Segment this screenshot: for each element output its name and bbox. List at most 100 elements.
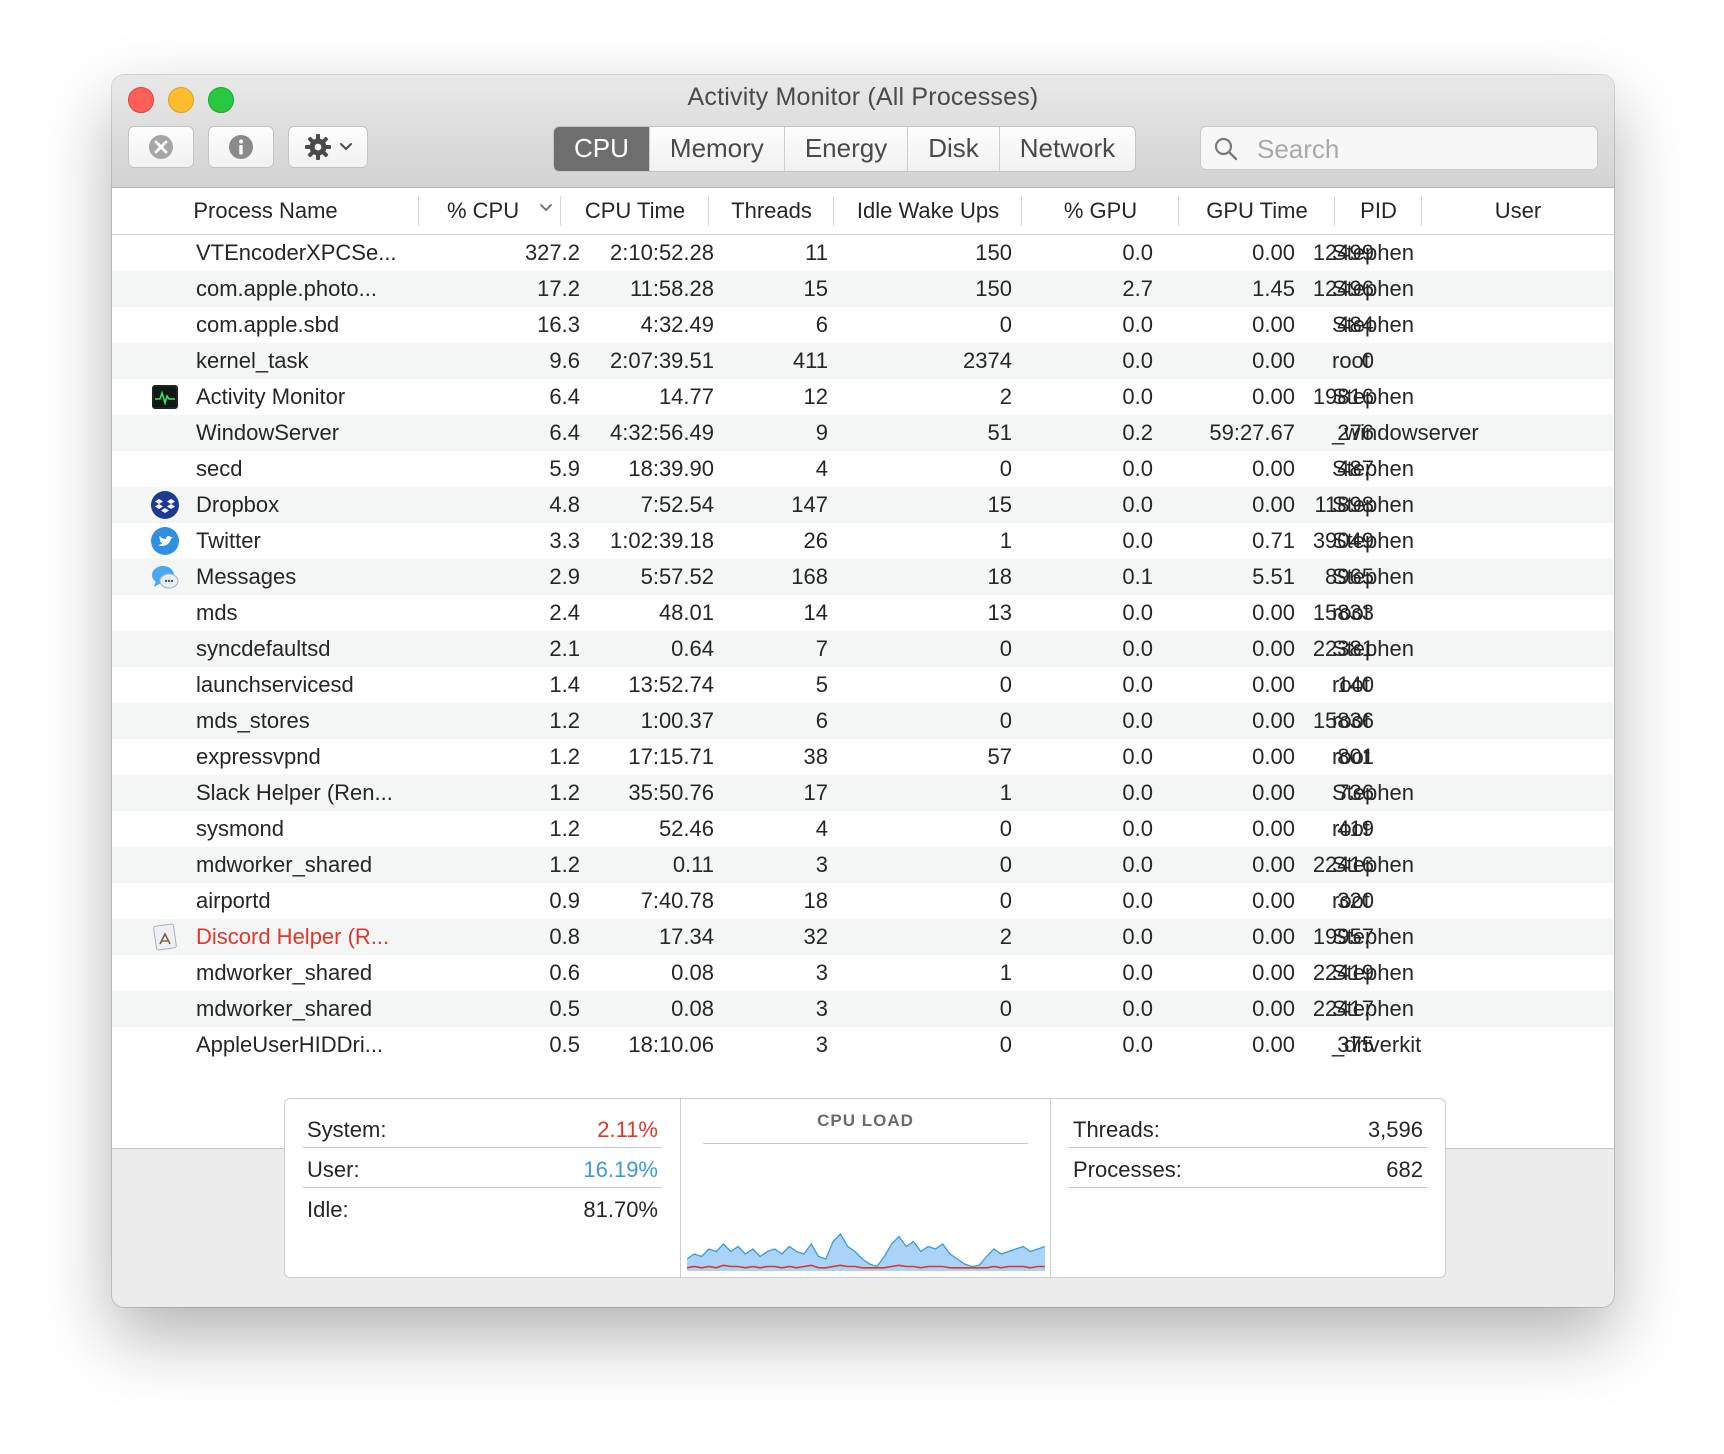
- column-header-user[interactable]: User: [1422, 188, 1614, 234]
- cell-cpu-time: 2:10:52.28: [610, 240, 714, 265]
- table-row[interactable]: syncdefaultsd 2.1 0.64 7 0 0.0 0.00 22381 Stephe…: [112, 631, 1614, 667]
- cell-threads: 168: [791, 564, 828, 589]
- tab-energy[interactable]: Energy: [783, 127, 907, 171]
- cell-gpu: 0.2: [1122, 420, 1153, 445]
- cell-threads: 26: [803, 528, 828, 553]
- cell-cpu: 9.6: [549, 348, 580, 373]
- info-icon: [229, 135, 253, 159]
- processes-value: 682: [1386, 1157, 1423, 1182]
- column-header-gpu[interactable]: % GPU: [1022, 188, 1179, 234]
- process-name: com.apple.sbd: [196, 312, 340, 337]
- column-header-threads[interactable]: Threads: [709, 188, 834, 234]
- cell-cpu: 1.4: [549, 672, 580, 697]
- cell-cpu: 4.8: [549, 492, 580, 517]
- table-row[interactable]: Discord Helper (R... 0.8 17.34 32 2 0.0 0.00 19…: [112, 919, 1614, 955]
- cell-threads: 9: [815, 420, 828, 445]
- table-row[interactable]: mdworker_shared 0.6 0.08 3 1 0.0 0.00 22419 Step…: [112, 955, 1614, 991]
- cell-threads: 3: [815, 996, 828, 1021]
- cell-cpu-time: 17:15.71: [628, 744, 714, 769]
- cell-gpu: 0.0: [1122, 348, 1153, 373]
- table-row[interactable]: expressvpnd 1.2 17:15.71 38 57 0.0 0.00 801 root: [112, 739, 1614, 775]
- cell-cpu: 6.4: [549, 384, 580, 409]
- cell-gpu: 0.0: [1122, 888, 1153, 913]
- cell-gpu: 0.0: [1122, 852, 1153, 877]
- cell-user: Stephen: [1332, 636, 1414, 661]
- process-name: Twitter: [196, 528, 261, 553]
- cell-user: Stephen: [1332, 456, 1414, 481]
- table-row[interactable]: AppleUserHIDDri... 0.5 18:10.06 3 0 0.0 0.00 37…: [112, 1027, 1614, 1063]
- cell-threads: 12: [803, 384, 828, 409]
- table-row[interactable]: airportd 0.9 7:40.78 18 0 0.0 0.00 320 root: [112, 883, 1614, 919]
- tab-network[interactable]: Network: [998, 127, 1135, 171]
- process-name: secd: [196, 456, 243, 481]
- cell-gpu-time: 0.71: [1252, 528, 1295, 553]
- search-input[interactable]: [1255, 133, 1589, 165]
- cell-cpu-time: 5:57.52: [640, 564, 714, 589]
- cell-threads: 17: [803, 780, 828, 805]
- table-row[interactable]: com.apple.sbd 16.3 4:32.49 6 0 0.0 0.00 484 Step…: [112, 307, 1614, 343]
- table-row[interactable]: Dropbox 4.8 7:52.54 147 15 0.0 0.00 11898 Stephe…: [112, 487, 1614, 523]
- cell-gpu: 0.0: [1122, 780, 1153, 805]
- column-header-process-name[interactable]: Process Name: [112, 188, 419, 234]
- cell-idle: 2: [999, 384, 1012, 409]
- cell-user: root: [1332, 600, 1370, 625]
- table-row[interactable]: VTEncoderXPCSe... 327.2 2:10:52.28 11 150 0.0…: [112, 235, 1614, 271]
- table-row[interactable]: mdworker_shared 0.5 0.08 3 0 0.0 0.00 22417 Step…: [112, 991, 1614, 1027]
- cell-threads: 411: [792, 348, 828, 373]
- table-row[interactable]: Messages 2.9 5:57.52 168 18 0.1 5.51 8965 Stephe…: [112, 559, 1614, 595]
- cell-threads: 18: [803, 888, 828, 913]
- table-row[interactable]: mdworker_shared 1.2 0.11 3 0 0.0 0.00 22416 Step…: [112, 847, 1614, 883]
- cell-gpu-time: 0.00: [1252, 744, 1295, 769]
- cell-user: Stephen: [1332, 240, 1414, 265]
- table-row[interactable]: mds_stores 1.2 1:00.37 6 0 0.0 0.00 15836 root: [112, 703, 1614, 739]
- process-name: Slack Helper (Ren...: [196, 780, 393, 805]
- cell-gpu-time: 0.00: [1252, 312, 1295, 337]
- cell-cpu-time: 13:52.74: [628, 672, 714, 697]
- cell-cpu: 1.2: [549, 816, 580, 841]
- tab-disk[interactable]: Disk: [907, 127, 999, 171]
- cell-gpu-time: 0.00: [1252, 456, 1295, 481]
- table-row[interactable]: launchservicesd 1.4 13:52.74 5 0 0.0 0.00 140 ro…: [112, 667, 1614, 703]
- table-row[interactable]: mds 2.4 48.01 14 13 0.0 0.00 15833 root: [112, 595, 1614, 631]
- cell-gpu: 0.0: [1122, 744, 1153, 769]
- column-header-idle-wake-ups[interactable]: Idle Wake Ups: [834, 188, 1022, 234]
- table-row[interactable]: Slack Helper (Ren... 1.2 35:50.76 17 1 0.0 0.0…: [112, 775, 1614, 811]
- cell-idle: 0: [999, 816, 1012, 841]
- cell-threads: 6: [815, 708, 828, 733]
- stop-process-button[interactable]: [128, 126, 194, 168]
- column-header-cpu[interactable]: % CPU: [419, 188, 561, 234]
- cell-gpu-time: 0.00: [1252, 240, 1295, 265]
- table-row[interactable]: WindowServer 6.4 4:32:56.49 9 51 0.2 59:27.67 2…: [112, 415, 1614, 451]
- cell-cpu: 2.1: [549, 636, 580, 661]
- cell-user: root: [1332, 708, 1370, 733]
- process-name: AppleUserHIDDri...: [196, 1032, 384, 1057]
- cell-idle: 1: [999, 780, 1012, 805]
- table-row[interactable]: Twitter 3.3 1:02:39.18 26 1 0.0 0.71 39049 Steph…: [112, 523, 1614, 559]
- cell-threads: 3: [815, 960, 828, 985]
- table-row[interactable]: Activity Monitor 6.4 14.77 12 2 0.0 0.00 19816 S…: [112, 379, 1614, 415]
- table-row[interactable]: com.apple.photo... 17.2 11:58.28 15 150 2.7 1.…: [112, 271, 1614, 307]
- cell-cpu-time: 52.46: [658, 816, 714, 841]
- tab-cpu[interactable]: CPU: [554, 127, 649, 171]
- process-name: Dropbox: [196, 492, 280, 517]
- column-header-gpu-time[interactable]: GPU Time: [1179, 188, 1335, 234]
- cell-cpu: 0.8: [549, 924, 580, 949]
- table-row[interactable]: sysmond 1.2 52.46 4 0 0.0 0.00 419 root: [112, 811, 1614, 847]
- action-menu-button[interactable]: [288, 126, 368, 168]
- window-title: Activity Monitor (All Processes): [687, 83, 1039, 111]
- cell-gpu-time: 0.00: [1252, 384, 1295, 409]
- cell-threads: 15: [803, 276, 828, 301]
- column-header-cpu-time[interactable]: CPU Time: [561, 188, 709, 234]
- inspect-process-button[interactable]: [208, 126, 274, 168]
- table-row[interactable]: secd 5.9 18:39.90 4 0 0.0 0.00 487 Stephen: [112, 451, 1614, 487]
- tab-memory[interactable]: Memory: [648, 127, 784, 171]
- process-name: mdworker_shared: [196, 960, 373, 985]
- cell-user: Stephen: [1332, 924, 1414, 949]
- cell-gpu-time: 5.51: [1252, 564, 1295, 589]
- chevron-down-icon: [340, 143, 352, 151]
- cell-cpu: 6.4: [549, 420, 580, 445]
- cell-cpu: 1.2: [549, 780, 580, 805]
- column-header-pid[interactable]: PID: [1335, 188, 1422, 234]
- table-row[interactable]: kernel_task 9.6 2:07:39.51 411 2374 0.0 0.00 0 r…: [112, 343, 1614, 379]
- cell-gpu: 0.0: [1122, 924, 1153, 949]
